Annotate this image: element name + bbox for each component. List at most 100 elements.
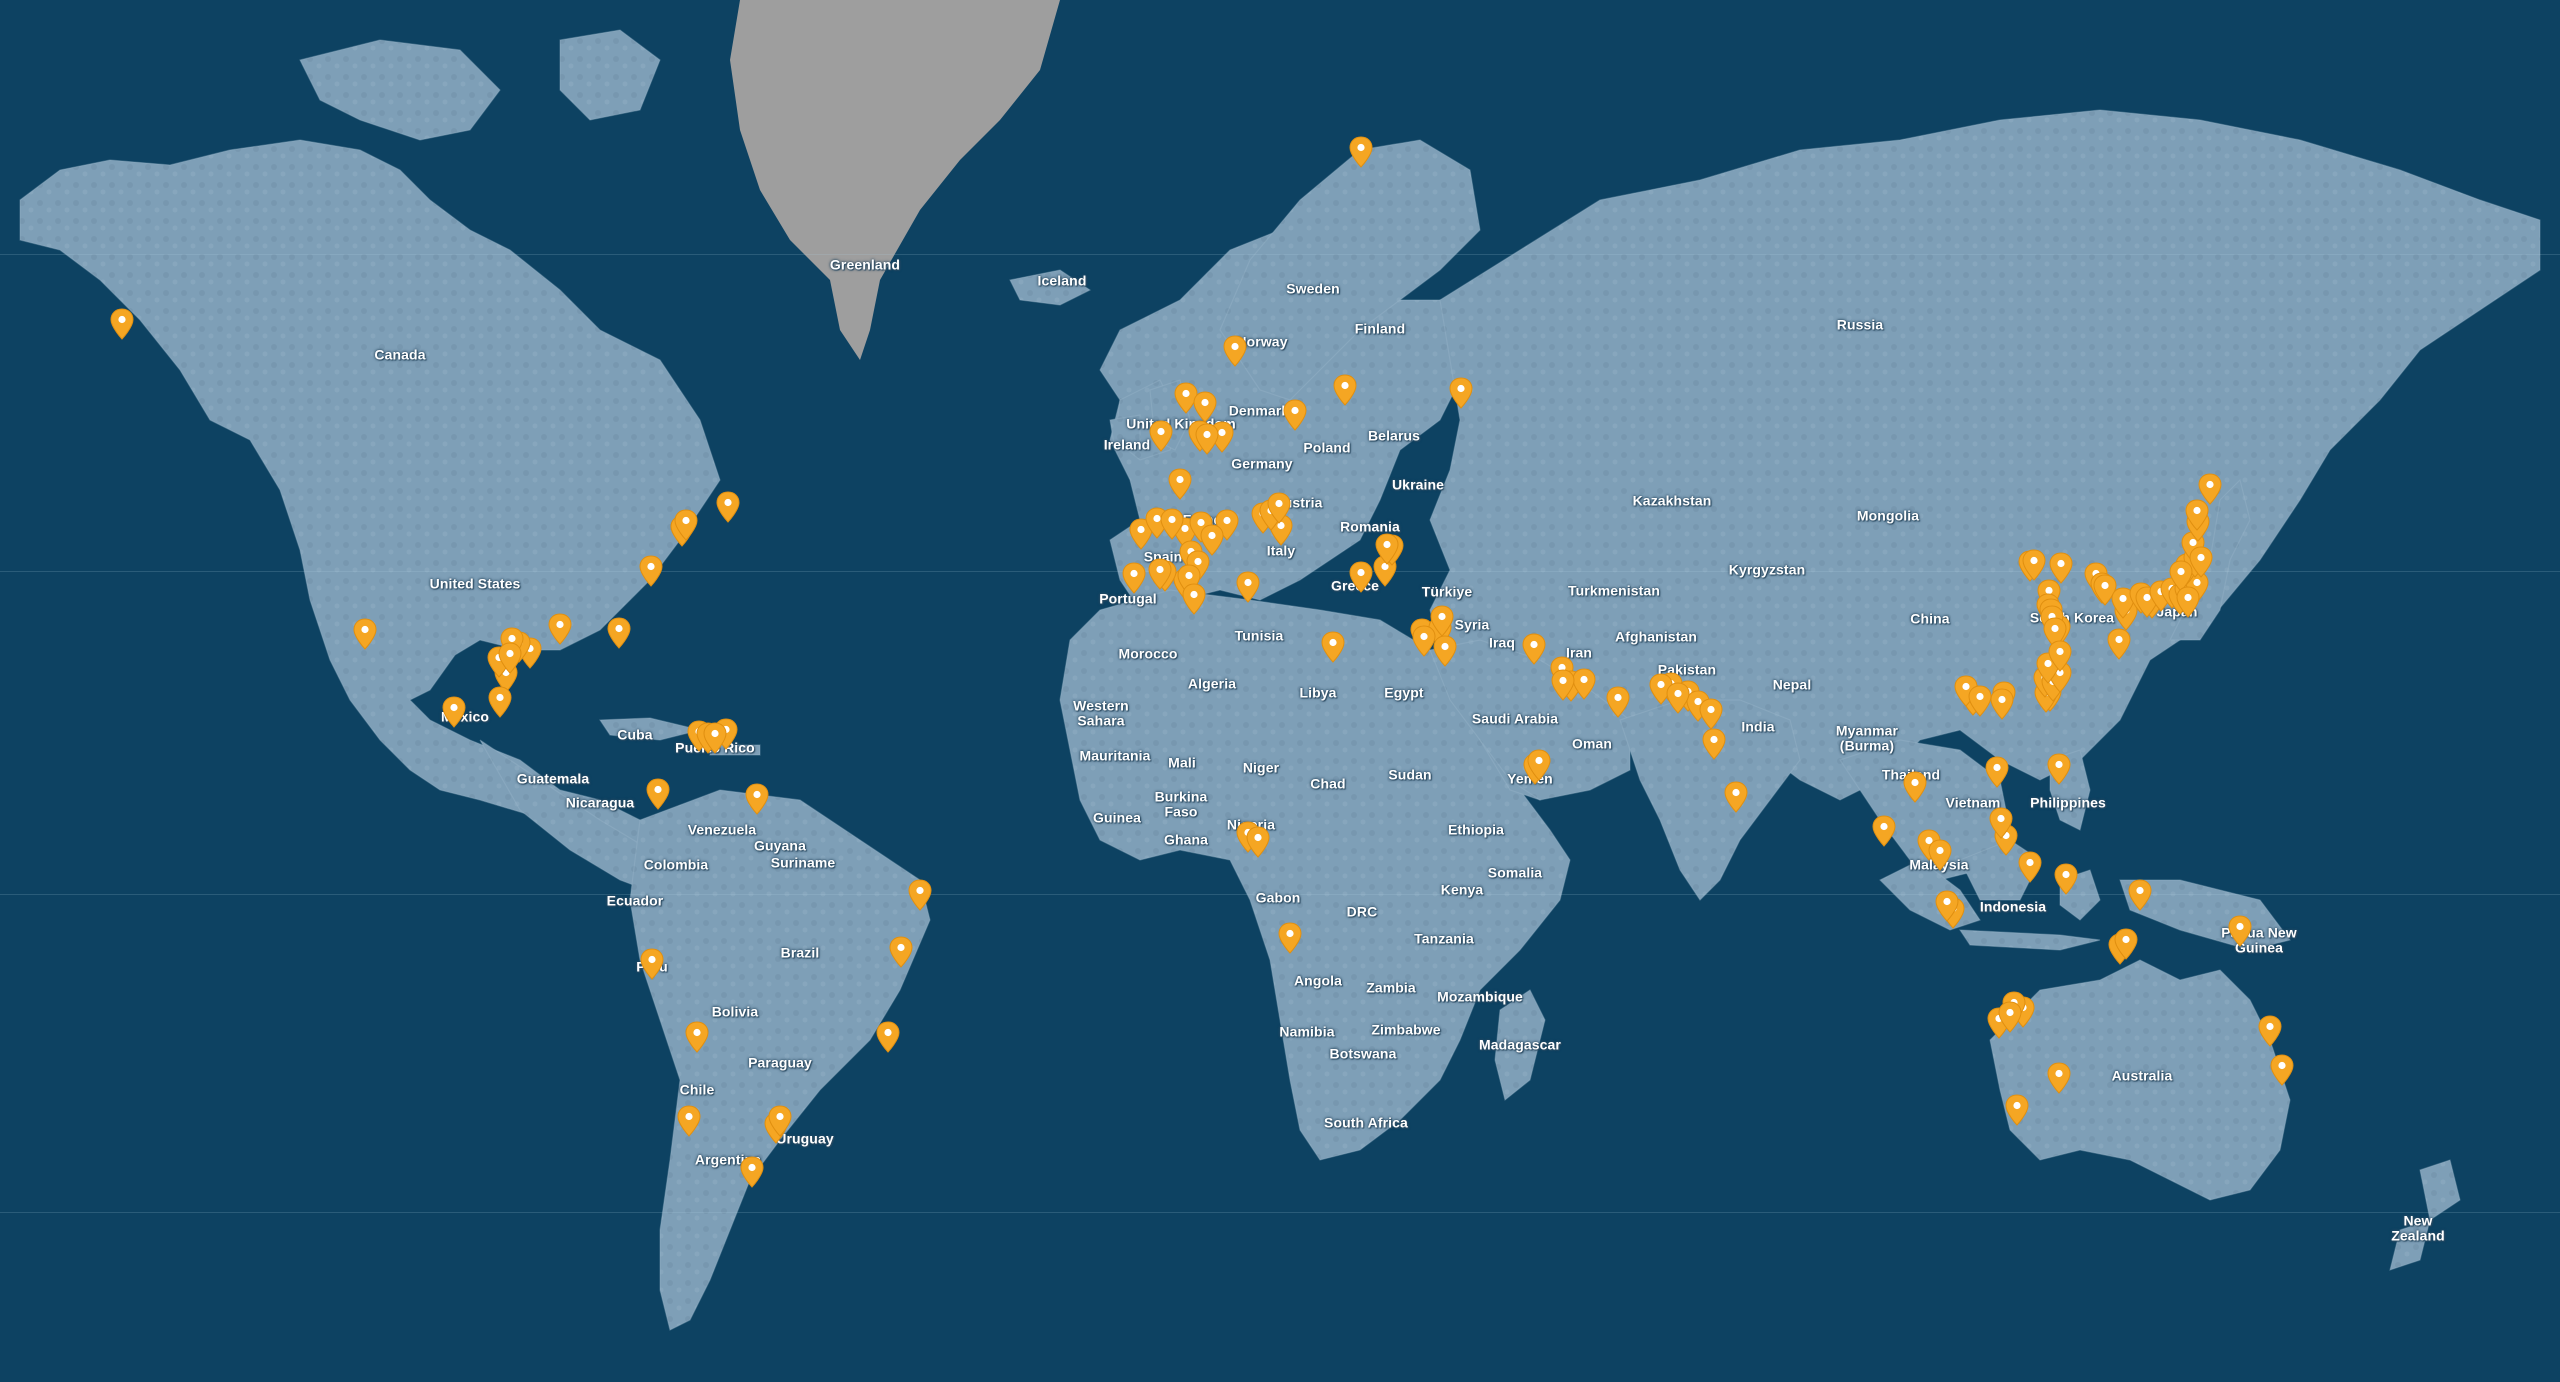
pin-icon: [1989, 807, 2013, 839]
pin-icon: [1968, 685, 1992, 717]
world-map[interactable]: Greenland Iceland Canada United States Mexic…: [0, 0, 2560, 1382]
map-pin-marker[interactable]: [1321, 631, 1345, 663]
map-pin-marker[interactable]: [1236, 571, 1260, 603]
country-label-tunisia: Tunisia: [1234, 627, 1284, 644]
map-pin-marker[interactable]: [889, 936, 913, 968]
map-pin-marker[interactable]: [1182, 583, 1206, 615]
map-pin-marker[interactable]: [1160, 508, 1184, 540]
map-pin-marker[interactable]: [1903, 771, 1927, 803]
pin-icon: [1990, 688, 2014, 720]
country-label-algeria: Algeria: [1187, 675, 1237, 692]
map-pin-marker[interactable]: [1968, 685, 1992, 717]
map-pin-marker[interactable]: [1989, 807, 2013, 839]
map-pin-marker[interactable]: [640, 948, 664, 980]
map-pin-marker[interactable]: [2176, 586, 2200, 618]
map-pin-marker[interactable]: [1333, 374, 1357, 406]
map-pin-marker[interactable]: [1246, 826, 1270, 858]
map-pin-marker[interactable]: [1375, 533, 1399, 565]
map-pin-marker[interactable]: [1551, 669, 1575, 701]
pin-icon: [1246, 826, 1270, 858]
map-pin-marker[interactable]: [353, 618, 377, 650]
pin-icon: [1572, 668, 1596, 700]
map-pin-marker[interactable]: [1122, 562, 1146, 594]
map-pin-marker[interactable]: [1527, 749, 1551, 781]
pin-icon: [1606, 686, 1630, 718]
map-pin-marker[interactable]: [548, 613, 572, 645]
map-pin-marker[interactable]: [674, 509, 698, 541]
map-pin-marker[interactable]: [1998, 1001, 2022, 1033]
map-pin-marker[interactable]: [908, 879, 932, 911]
map-pin-marker[interactable]: [1193, 391, 1217, 423]
map-pin-marker[interactable]: [2107, 628, 2131, 660]
map-pin-marker[interactable]: [442, 696, 466, 728]
map-pin-marker[interactable]: [2005, 1094, 2029, 1126]
map-pin-marker[interactable]: [1606, 686, 1630, 718]
map-pin-marker[interactable]: [1430, 605, 1454, 637]
map-pin-marker[interactable]: [1928, 839, 1952, 871]
pin-icon: [2258, 1015, 2282, 1047]
country-label-myanmar: Myanmar (Burma): [1835, 722, 1899, 753]
country-label-guatemala: Guatemala: [516, 770, 590, 787]
pin-icon: [1903, 771, 1927, 803]
pin-icon: [498, 642, 522, 674]
map-pin-marker[interactable]: [703, 722, 727, 754]
pin-icon: [1149, 420, 1173, 452]
map-pin-marker[interactable]: [1433, 635, 1457, 667]
map-pin-marker[interactable]: [1283, 399, 1307, 431]
map-pin-marker[interactable]: [1985, 756, 2009, 788]
map-pin-marker[interactable]: [1572, 668, 1596, 700]
map-pin-marker[interactable]: [1223, 335, 1247, 367]
pin-icon: [110, 308, 134, 340]
map-pin-marker[interactable]: [1990, 688, 2014, 720]
map-pin-marker[interactable]: [2128, 879, 2152, 911]
pin-icon: [908, 879, 932, 911]
country-label-mozambique: Mozambique: [1437, 988, 1523, 1005]
map-pin-marker[interactable]: [716, 491, 740, 523]
map-pin-marker[interactable]: [2048, 640, 2072, 672]
map-pin-marker[interactable]: [876, 1021, 900, 1053]
map-pin-marker[interactable]: [677, 1105, 701, 1137]
map-pin-marker[interactable]: [740, 1156, 764, 1188]
map-pin-marker[interactable]: [1699, 698, 1723, 730]
map-pin-marker[interactable]: [2198, 473, 2222, 505]
map-pin-marker[interactable]: [1666, 682, 1690, 714]
country-label-saudi-arabia: Saudi Arabia: [1471, 710, 1559, 727]
map-pin-marker[interactable]: [646, 778, 670, 810]
map-pin-marker[interactable]: [1148, 558, 1172, 590]
country-label-suriname: Suriname: [770, 854, 836, 871]
map-pin-marker[interactable]: [1168, 468, 1192, 500]
map-pin-marker[interactable]: [2047, 1062, 2071, 1094]
pin-icon: [1283, 399, 1307, 431]
map-pin-marker[interactable]: [2047, 753, 2071, 785]
map-pin-marker[interactable]: [685, 1021, 709, 1053]
map-pin-marker[interactable]: [607, 617, 631, 649]
map-pin-marker[interactable]: [488, 686, 512, 718]
map-pin-marker[interactable]: [2054, 863, 2078, 895]
map-pin-marker[interactable]: [745, 783, 769, 815]
map-pin-marker[interactable]: [1522, 633, 1546, 665]
map-pin-marker[interactable]: [1267, 492, 1291, 524]
pin-icon: [2228, 915, 2252, 947]
map-pin-marker[interactable]: [498, 642, 522, 674]
map-pin-marker[interactable]: [1702, 728, 1726, 760]
map-pin-marker[interactable]: [1349, 561, 1373, 593]
map-pin-marker[interactable]: [1149, 420, 1173, 452]
map-pin-marker[interactable]: [1449, 377, 1473, 409]
map-pin-marker[interactable]: [1349, 136, 1373, 168]
country-label-ghana: Ghana: [1163, 831, 1209, 848]
country-label-angola: Angola: [1293, 972, 1343, 989]
map-pin-marker[interactable]: [768, 1105, 792, 1137]
map-pin-marker[interactable]: [1872, 815, 1896, 847]
map-pin-marker[interactable]: [2228, 915, 2252, 947]
map-pin-marker[interactable]: [1935, 890, 1959, 922]
map-pin-marker[interactable]: [1278, 922, 1302, 954]
map-pin-marker[interactable]: [1724, 781, 1748, 813]
map-pin-marker[interactable]: [2258, 1015, 2282, 1047]
map-pin-marker[interactable]: [639, 555, 663, 587]
map-pin-marker[interactable]: [2018, 851, 2042, 883]
map-pin-marker[interactable]: [2022, 549, 2046, 581]
map-pin-marker[interactable]: [1195, 423, 1219, 455]
map-pin-marker[interactable]: [2114, 928, 2138, 960]
map-pin-marker[interactable]: [2270, 1054, 2294, 1086]
map-pin-marker[interactable]: [110, 308, 134, 340]
